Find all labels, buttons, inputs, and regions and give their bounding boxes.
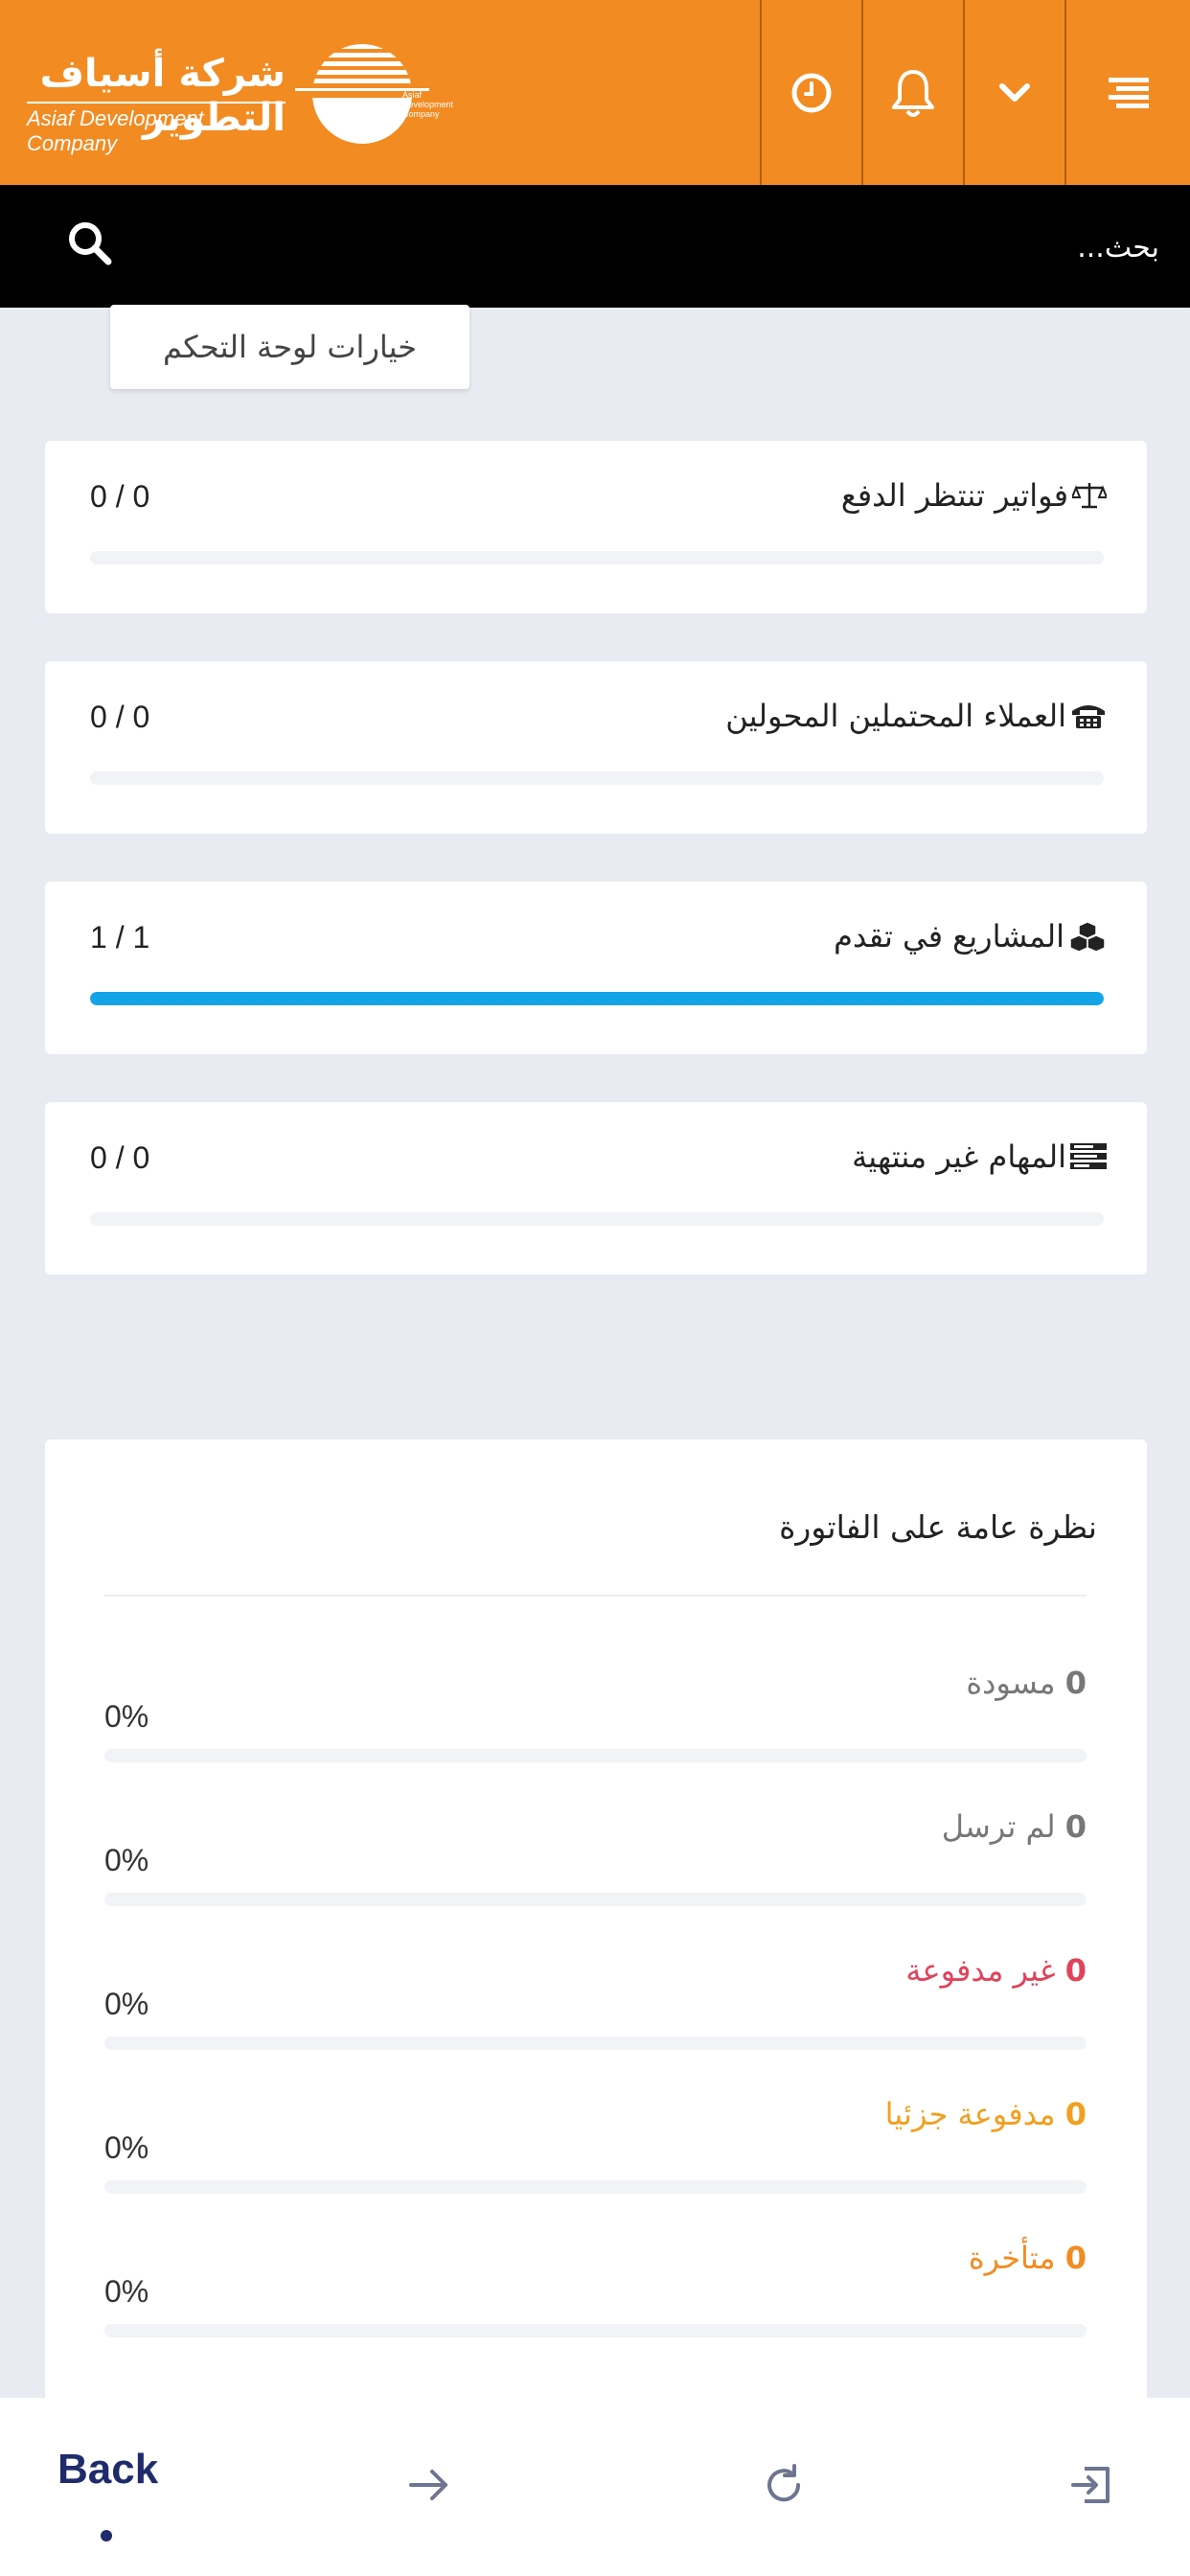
invoice-status-progress <box>104 2180 1087 2194</box>
stat-card-title: المشاريع في تقدم <box>834 918 1107 954</box>
invoice-status-label: 0 متأخرة <box>969 2240 1087 2276</box>
invoice-status-row[interactable]: 0 لم ترسل 0% <box>104 1808 1087 1933</box>
invoice-status-name: مسودة <box>966 1665 1056 1701</box>
chevron-down-icon <box>999 82 1030 102</box>
dashboard-options-button[interactable]: خيارات لوحة التحكم <box>110 305 469 389</box>
menu-icon <box>1108 77 1149 108</box>
stat-card-label: العملاء المحتملين المحولين <box>725 698 1066 734</box>
stat-card-count: 0 / 0 <box>90 479 150 514</box>
app-header: شركة أسياف التطوير Asiaf Development Com… <box>0 0 1190 185</box>
logo-caption: Asiaf Development Company <box>402 90 454 119</box>
invoice-status-percent: 0% <box>104 2130 149 2165</box>
stat-card-leads[interactable]: العملاء المحتملين المحولين 0 / 0 <box>45 661 1147 834</box>
invoice-status-progress <box>104 2324 1087 2337</box>
phone-icon <box>1072 705 1105 728</box>
history-button[interactable] <box>760 0 861 185</box>
stat-card-label: فواتير تنتظر الدفع <box>840 477 1068 514</box>
logo-english-text: Asiaf Development Company <box>27 102 286 156</box>
invoice-status-label: 0 مسودة <box>966 1665 1087 1701</box>
stat-card-count: 0 / 0 <box>90 700 150 734</box>
tasks-icon <box>1070 1143 1107 1169</box>
invoice-overview-title: نظرة عامة على الفاتورة <box>779 1508 1097 1546</box>
search-icon[interactable] <box>65 218 115 268</box>
invoice-status-name: غير مدفوعة <box>905 1952 1056 1989</box>
balance-scale-icon <box>1072 483 1107 509</box>
stat-card-progress <box>90 551 1104 564</box>
stat-card-count: 1 / 1 <box>90 920 150 954</box>
exit-icon[interactable] <box>1069 2463 1113 2507</box>
stat-card-label: المشاريع في تقدم <box>834 918 1064 954</box>
invoice-status-label: 0 لم ترسل <box>942 1808 1087 1845</box>
stat-card-title: المهام غير منتهية <box>852 1138 1107 1175</box>
invoice-status-percent: 0% <box>104 2274 149 2309</box>
stat-card-invoices[interactable]: فواتير تنتظر الدفع 0 / 0 <box>45 441 1147 613</box>
menu-button[interactable] <box>1064 0 1190 185</box>
invoice-status-progress <box>104 1893 1087 1906</box>
invoice-status-progress <box>104 2036 1087 2050</box>
invoice-status-percent: 0% <box>104 1843 149 1877</box>
invoice-status-name: لم ترسل <box>941 1808 1056 1845</box>
notifications-button[interactable] <box>861 0 963 185</box>
invoice-status-name: متأخرة <box>968 2240 1056 2276</box>
stat-card-label: المهام غير منتهية <box>852 1138 1066 1175</box>
invoice-status-count: 0 <box>1064 1808 1087 1845</box>
invoice-status-percent: 0% <box>104 1987 149 2021</box>
back-button[interactable]: Back <box>57 2446 158 2494</box>
stat-card-progress <box>90 992 1104 1005</box>
invoice-status-row[interactable]: 0 غير مدفوعة 0% <box>104 1952 1087 2077</box>
invoice-status-row[interactable]: 0 متأخرة 0% <box>104 2240 1087 2364</box>
invoice-status-count: 0 <box>1064 1952 1087 1989</box>
invoice-status-progress <box>104 1749 1087 1762</box>
invoice-status-count: 0 <box>1064 1665 1087 1701</box>
stat-card-projects[interactable]: المشاريع في تقدم 1 / 1 <box>45 882 1147 1054</box>
stat-card-tasks[interactable]: المهام غير منتهية 0 / 0 <box>45 1102 1147 1275</box>
invoice-status-percent: 0% <box>104 1699 149 1734</box>
forward-arrow-icon[interactable] <box>407 2463 451 2507</box>
dropdown-button[interactable] <box>963 0 1064 185</box>
invoice-status-label: 0 مدفوعة جزئيا <box>885 2096 1087 2132</box>
stat-card-progress <box>90 1212 1104 1226</box>
invoice-status-name: مدفوعة جزئيا <box>884 2096 1056 2132</box>
stat-card-progress <box>90 771 1104 785</box>
stat-card-title: فواتير تنتظر الدفع <box>841 477 1107 514</box>
invoice-status-row[interactable]: 0 مسودة 0% <box>104 1665 1087 1789</box>
invoice-status-row[interactable]: 0 مدفوعة جزئيا 0% <box>104 2096 1087 2220</box>
invoice-status-label: 0 غير مدفوعة <box>905 1952 1087 1989</box>
invoice-status-count: 0 <box>1064 2240 1087 2276</box>
cubes-icon <box>1069 921 1106 953</box>
company-logo[interactable]: شركة أسياف التطوير Asiaf Development Com… <box>27 38 453 156</box>
clock-icon <box>791 73 832 112</box>
refresh-icon[interactable] <box>762 2463 806 2507</box>
bottom-navigation: Back <box>0 2398 1190 2576</box>
bell-icon <box>892 69 934 117</box>
stat-card-title: العملاء المحتملين المحولين <box>725 698 1107 734</box>
invoice-status-count: 0 <box>1064 2096 1087 2132</box>
active-indicator <box>101 2530 112 2542</box>
search-input[interactable] <box>153 204 1159 290</box>
stat-card-count: 0 / 0 <box>90 1140 150 1175</box>
divider <box>104 1595 1087 1597</box>
